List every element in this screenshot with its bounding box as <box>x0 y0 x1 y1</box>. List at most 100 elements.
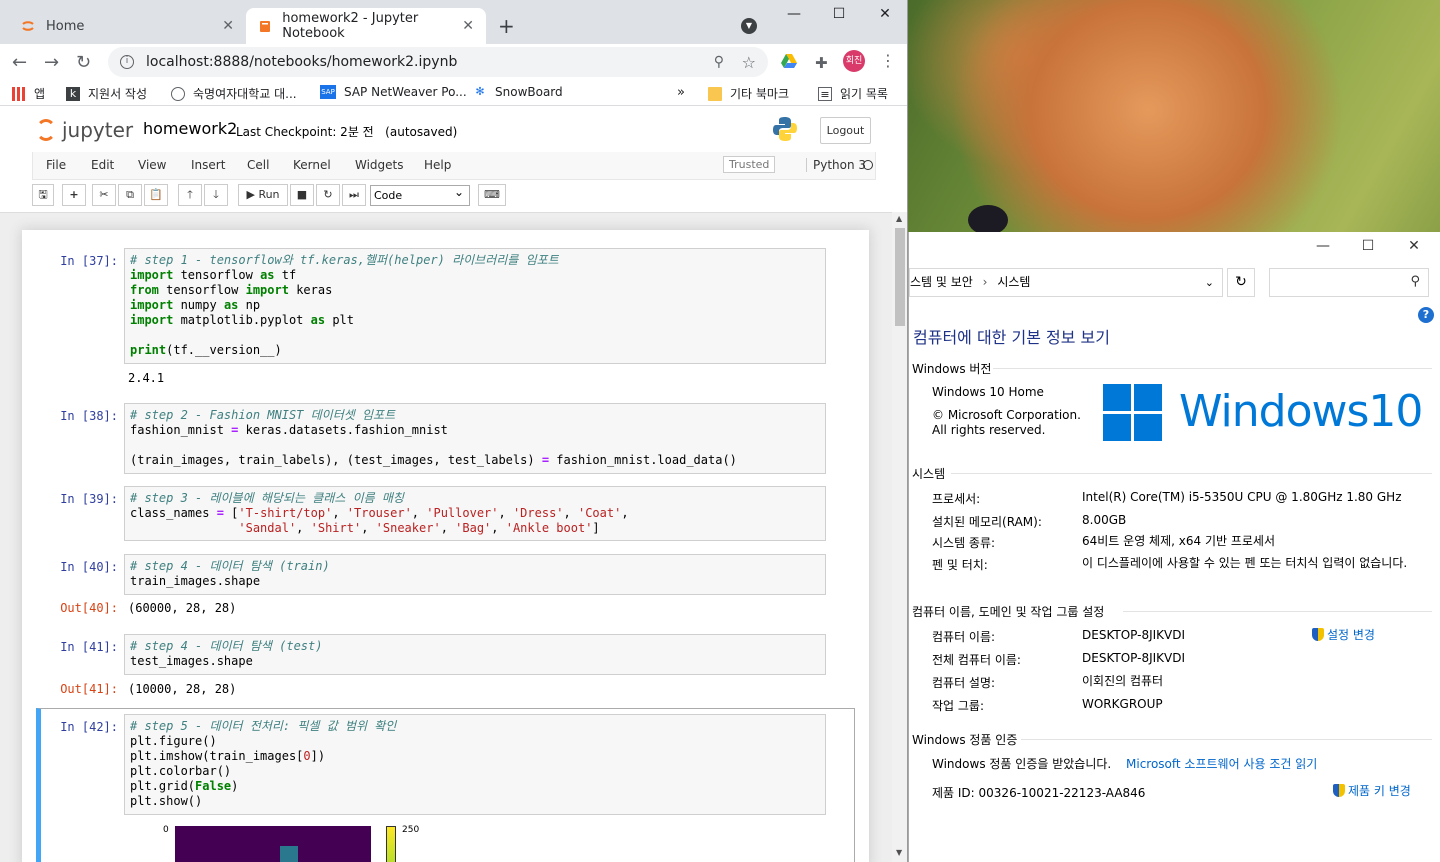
divider <box>1123 611 1432 612</box>
tab-home[interactable]: Home ✕ <box>8 8 246 44</box>
description-label: 컴퓨터 설명: <box>932 676 996 690</box>
stop-icon[interactable]: ■ <box>290 184 314 206</box>
chevron-down-icon[interactable]: ⌄ <box>1205 269 1214 296</box>
bookmark-apply[interactable]: k 지원서 작성 <box>66 85 147 102</box>
zoom-icon[interactable]: ⚲ <box>714 54 724 70</box>
activation-status: Windows 정품 인증을 받았습니다. <box>932 757 1112 771</box>
code-cell[interactable]: # step 3 - 레이블에 해당되는 클래스 이름 매칭 class_nam… <box>124 486 826 541</box>
scrollbar-thumb[interactable] <box>895 228 905 326</box>
reading-list-icon: ≡ <box>818 86 832 101</box>
keyboard-icon[interactable]: ⌨ <box>478 184 506 206</box>
close-icon[interactable]: ✕ <box>222 18 234 34</box>
notebook-name[interactable]: homework2 <box>143 119 237 138</box>
menu-file[interactable]: File <box>46 158 66 172</box>
bookmark-sap[interactable]: SAP SAP NetWeaver Po... <box>320 85 467 99</box>
snowflake-icon: ✻ <box>475 85 485 98</box>
uac-shield-icon <box>1333 784 1345 797</box>
maximize-icon[interactable]: ☐ <box>1348 238 1388 254</box>
apps-grid-icon <box>12 86 26 101</box>
kernel-idle-icon <box>863 160 873 170</box>
menu-kebab-icon[interactable]: ⋮ <box>880 51 896 70</box>
chrome-window: Home ✕ homework2 - Jupyter Notebook ✕ + … <box>0 0 908 862</box>
code-cell[interactable]: # step 4 - 데이터 탐색 (train) train_images.s… <box>124 554 826 595</box>
full-name-label: 전체 컴퓨터 이름: <box>932 653 1021 667</box>
address-breadcrumb[interactable]: 스템 및 보안 › 시스템 ⌄ <box>909 268 1223 297</box>
new-tab-icon[interactable]: + <box>498 14 515 38</box>
python-logo-icon <box>773 117 797 141</box>
tab-search-icon[interactable]: ▼ <box>741 18 757 34</box>
jupyter-menubar: File Edit View Insert Cell Kernel Widget… <box>32 152 876 180</box>
notebook-scrollbar[interactable]: ▲ ▼ <box>892 212 907 862</box>
menu-kernel[interactable]: Kernel <box>293 158 331 172</box>
back-icon[interactable]: ← <box>12 52 27 73</box>
bookmark-star-icon[interactable]: ☆ <box>742 53 756 72</box>
close-window-icon[interactable]: ✕ <box>1394 238 1434 254</box>
google-drive-icon[interactable] <box>781 54 797 72</box>
menu-help[interactable]: Help <box>424 158 451 172</box>
profile-avatar[interactable]: 회진 <box>843 50 865 72</box>
close-window-icon[interactable]: ✕ <box>865 6 905 22</box>
rights-text: All rights reserved. <box>932 423 1046 437</box>
breadcrumb-security[interactable]: 스템 및 보안 <box>910 275 973 289</box>
minimize-icon[interactable]: — <box>1303 238 1343 254</box>
menu-cell[interactable]: Cell <box>247 158 269 172</box>
processor-value: Intel(R) Core(TM) i5-5350U CPU @ 1.80GHz… <box>1082 490 1402 504</box>
logout-button[interactable]: Logout <box>820 117 871 144</box>
scroll-up-icon[interactable]: ▲ <box>896 214 902 223</box>
extensions-icon[interactable]: ✚ <box>815 54 828 72</box>
change-settings-link[interactable]: 설정 변경 <box>1312 628 1375 643</box>
refresh-icon[interactable]: ↻ <box>1227 268 1255 297</box>
cut-icon[interactable]: ✂ <box>92 184 116 206</box>
code-cell[interactable]: # step 5 - 데이터 전처리: 픽셀 값 범위 확인 plt.figur… <box>124 714 826 815</box>
section-edition: Windows 버전 <box>912 362 992 376</box>
license-terms-link[interactable]: Microsoft 소프트웨어 사용 조건 읽기 <box>1126 755 1317 772</box>
move-up-icon[interactable]: 🡑 <box>178 184 202 206</box>
trusted-indicator[interactable]: Trusted <box>723 156 776 173</box>
save-icon[interactable]: 🖫 <box>32 184 54 206</box>
cell-output-prompt: Out[40]: <box>60 601 118 615</box>
bookmark-sookmyung[interactable]: 숙명여자대학교 대... <box>171 85 297 102</box>
code-cell[interactable]: # step 2 - Fashion MNIST 데이터셋 임포트 fashio… <box>124 403 826 474</box>
close-icon[interactable]: ✕ <box>462 18 474 34</box>
help-icon[interactable]: ? <box>1418 307 1434 323</box>
bookmark-apps[interactable]: 앱 <box>12 85 45 102</box>
insert-cell-icon[interactable]: + <box>62 184 86 206</box>
code-cell[interactable]: # step 4 - 데이터 탐색 (test) test_images.sha… <box>124 634 826 675</box>
more-bookmarks-icon[interactable]: » <box>677 85 685 100</box>
restart-icon[interactable]: ↻ <box>316 184 340 206</box>
menu-widgets[interactable]: Widgets <box>355 158 404 172</box>
windows-wordmark: Windows10 <box>1179 386 1423 437</box>
menu-edit[interactable]: Edit <box>91 158 114 172</box>
cell-type-select[interactable]: Code <box>370 183 470 206</box>
control-panel-search[interactable]: ⚲ <box>1269 268 1429 297</box>
menu-view[interactable]: View <box>138 158 166 172</box>
pen-touch-label: 펜 및 터치: <box>932 558 988 572</box>
bookmark-snowboard[interactable]: ✻ SnowBoard <box>473 85 562 99</box>
bookmark-other[interactable]: 기타 북마크 <box>708 85 789 102</box>
colorbar <box>386 826 396 862</box>
jupyter-logo[interactable]: jupyter <box>36 118 133 142</box>
system-type-label: 시스템 종류: <box>932 536 996 550</box>
page-title: 컴퓨터에 대한 기본 정보 보기 <box>913 328 1110 347</box>
move-down-icon[interactable]: 🡓 <box>204 184 228 206</box>
forward-icon[interactable]: → <box>44 52 59 73</box>
plot-y-tick: 0 <box>163 825 169 835</box>
run-all-icon[interactable]: ⏭ <box>342 184 366 206</box>
paste-icon[interactable]: 📋 <box>144 184 168 206</box>
maximize-icon[interactable]: ☐ <box>819 6 859 22</box>
site-info-icon[interactable]: i <box>120 55 134 69</box>
menu-insert[interactable]: Insert <box>191 158 225 172</box>
url-text: localhost:8888/notebooks/homework2.ipynb <box>146 54 458 70</box>
code-cell[interactable]: # step 1 - tensorflow와 tf.keras,헬퍼(helpe… <box>124 248 826 364</box>
change-product-key-link[interactable]: 제품 키 변경 <box>1333 784 1411 799</box>
copy-icon[interactable]: ⧉ <box>118 184 142 206</box>
minimize-icon[interactable]: — <box>774 6 814 22</box>
reading-list[interactable]: ≡ 읽기 목록 <box>818 85 888 102</box>
tab-homework2[interactable]: homework2 - Jupyter Notebook ✕ <box>246 8 486 44</box>
run-button[interactable]: ▶ Run <box>238 184 288 206</box>
scroll-down-icon[interactable]: ▼ <box>896 848 902 857</box>
cell-input-prompt: In [41]: <box>60 640 118 654</box>
reload-icon[interactable]: ↻ <box>76 52 91 73</box>
breadcrumb-system[interactable]: 시스템 <box>997 275 1030 289</box>
address-bar[interactable]: i localhost:8888/notebooks/homework2.ipy… <box>108 47 768 77</box>
